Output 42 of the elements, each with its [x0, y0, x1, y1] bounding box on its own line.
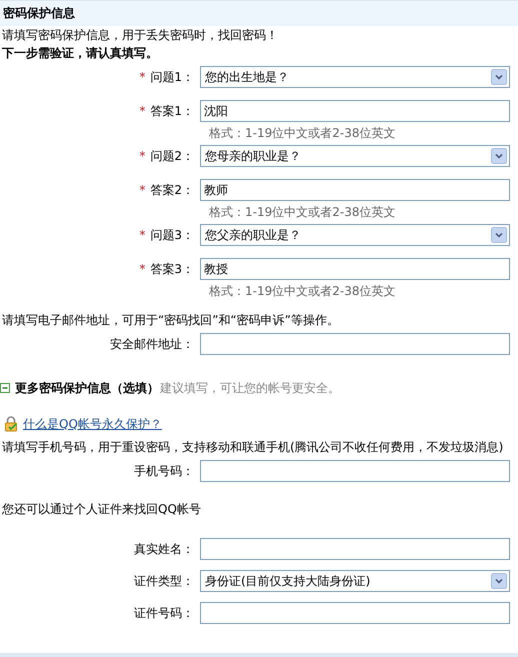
field-label: 问题2：	[150, 148, 194, 164]
input-field[interactable]	[200, 538, 510, 560]
field-label: 真实姓名：	[134, 540, 194, 558]
email-note: 请填写电子邮件地址，可用于“密码找回”和“密码申诉”等操作。	[1, 312, 340, 329]
field-label: 答案2：	[150, 182, 194, 198]
required-mark: *	[139, 149, 146, 163]
required-mark: *	[139, 183, 146, 197]
field-label: 答案3：	[150, 260, 194, 278]
section-title: 密码保护信息	[3, 5, 75, 22]
field-label: 证件号码：	[134, 604, 194, 622]
dropdown[interactable]: 您父亲的职业是？	[200, 224, 510, 246]
field-label: 手机号码：	[134, 462, 194, 480]
field-label: 问题1：	[150, 68, 194, 86]
format-hint: 格式：1-19位中文或者2-38位英文	[208, 204, 396, 220]
field-label: 证件类型：	[134, 572, 194, 590]
required-mark: *	[139, 104, 146, 118]
protection-link[interactable]: 什么是QQ帐号永久保护？	[23, 416, 162, 432]
required-mark: *	[139, 262, 146, 276]
identity-note: 您还可以通过个人证件来找回QQ帐号	[1, 501, 202, 518]
required-mark: *	[139, 228, 146, 242]
more-title: 更多密码保护信息（选填）	[15, 380, 159, 396]
field-label: 答案1：	[150, 102, 194, 120]
more-tip: 建议填写，可让您的帐号更安全。	[160, 380, 340, 396]
input-field[interactable]	[200, 333, 510, 355]
intro-text: 请填写密码保护信息，用于丢失密码时，找回密码！	[1, 27, 279, 44]
format-hint: 格式：1-19位中文或者2-38位英文	[208, 125, 396, 141]
input-field[interactable]: 教师	[200, 179, 510, 201]
field-label: 安全邮件地址：	[110, 336, 194, 352]
lock-icon	[3, 416, 19, 432]
input-field[interactable]	[200, 602, 510, 624]
input-field[interactable]: 沈阳	[200, 100, 510, 122]
collapse-icon[interactable]	[0, 383, 10, 393]
input-field[interactable]	[200, 460, 510, 482]
phone-note: 请填写手机号码，用于重设密码，支持移动和联通手机(腾讯公司不收任何费用，不发垃圾消息)	[1, 439, 504, 456]
dropdown[interactable]: 身份证(目前仅支持大陆身份证)	[200, 570, 510, 592]
field-label: 问题3：	[150, 226, 194, 244]
required-mark: *	[139, 70, 146, 84]
verification-note: 下一步需验证，请认真填写。	[1, 45, 159, 62]
input-field[interactable]: 教授	[200, 258, 510, 280]
dropdown[interactable]: 您母亲的职业是？	[200, 145, 510, 167]
dropdown[interactable]: 您的出生地是？	[200, 66, 510, 88]
format-hint: 格式：1-19位中文或者2-38位英文	[208, 283, 396, 299]
